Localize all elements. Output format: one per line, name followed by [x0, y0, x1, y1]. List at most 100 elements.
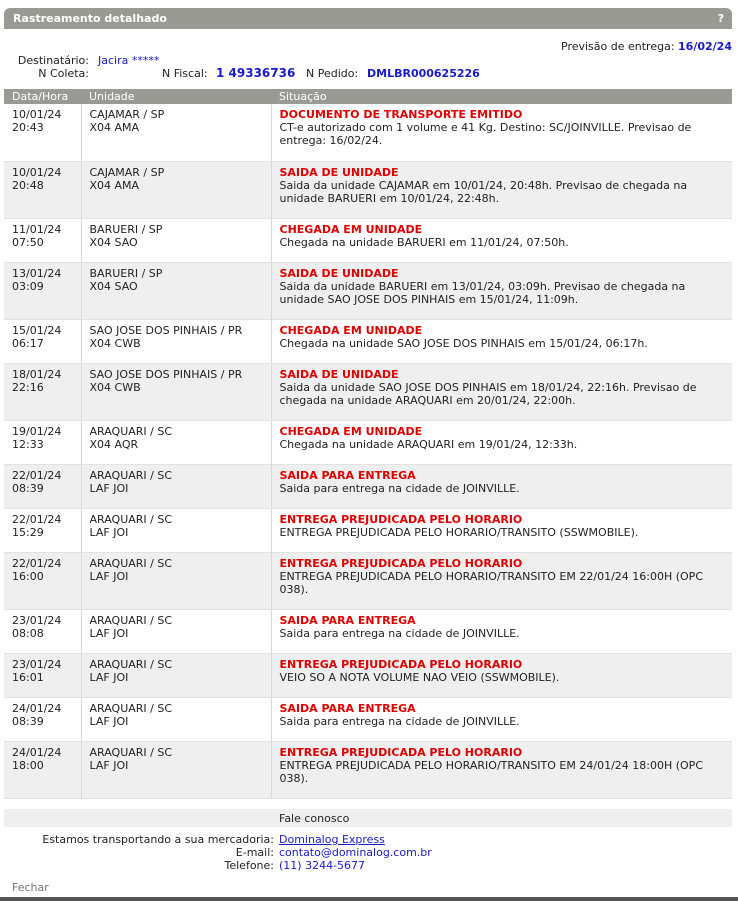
row-status: ENTREGA PREJUDICADA PELO HORARIO	[279, 512, 523, 526]
row-description: Saida da unidade CAJAMAR em 10/01/24, 20…	[279, 178, 688, 205]
row-time: 12:33	[12, 437, 44, 451]
forecast-value: 16/02/24	[678, 40, 732, 53]
row-situation: DOCUMENTO DE TRANSPORTE EMITIDO CT-e auto…	[271, 104, 732, 162]
row-status: SAIDA PARA ENTREGA	[279, 701, 416, 715]
row-time: 08:08	[12, 626, 44, 640]
row-unit: ARAQUARI / SC LAF JOI	[81, 464, 272, 509]
contact-row-phone: Telefone: (11) 3244-5677	[4, 859, 732, 872]
row-situation: SAIDA DE UNIDADE Saida da unidade SAO JOS…	[271, 363, 732, 421]
table-row: 23/01/24 08:08 ARAQUARI / SC LAF JOI SAIDA P…	[4, 609, 732, 654]
row-datetime: 22/01/24 15:29	[4, 508, 82, 553]
close-link[interactable]: Fechar	[12, 881, 49, 894]
row-description: Saida para entrega na cidade de JOINVILL…	[279, 481, 520, 495]
row-unit: ARAQUARI / SC LAF JOI	[81, 741, 272, 799]
panel-header: Rastreamento detalhado ?	[4, 8, 732, 29]
help-button[interactable]: ?	[718, 12, 724, 25]
row-time: 08:39	[12, 714, 44, 728]
row-unit-code: X04 SAO	[89, 235, 138, 249]
tracking-table: Data/Hora Unidade Situação 10/01/24 20:43…	[4, 89, 732, 799]
transport-link[interactable]: Dominalog Express	[279, 833, 385, 846]
fiscal-value: 1 49336736	[216, 66, 296, 80]
row-datetime: 23/01/24 08:08	[4, 609, 82, 654]
row-date: 10/01/24	[12, 165, 62, 179]
row-unit-code: X04 AMA	[89, 178, 140, 192]
row-situation: CHEGADA EM UNIDADE Chegada na unidade SAO…	[271, 319, 732, 364]
row-unit-code: LAF JOI	[89, 525, 129, 539]
row-datetime: 10/01/24 20:43	[4, 104, 82, 162]
row-status: ENTREGA PREJUDICADA PELO HORARIO	[279, 745, 523, 759]
fiscal-label: N Fiscal:	[162, 67, 208, 80]
row-datetime: 10/01/24 20:48	[4, 161, 82, 219]
row-time: 07:50	[12, 235, 44, 249]
row-unit-code: LAF JOI	[89, 481, 129, 495]
row-status: CHEGADA EM UNIDADE	[279, 323, 423, 337]
row-date: 24/01/24	[12, 745, 62, 759]
row-unit-name: CAJAMAR / SP	[89, 108, 165, 121]
transport-label: Estamos transportando a sua mercadoria:	[42, 833, 274, 846]
col-datetime: Data/Hora	[4, 89, 81, 104]
row-time: 16:01	[12, 670, 44, 684]
row-unit-name: SAO JOSE DOS PINHAIS / PR	[89, 323, 243, 337]
row-unit-name: ARAQUARI / SC	[89, 512, 173, 526]
table-row: 23/01/24 16:01 ARAQUARI / SC LAF JOI ENTREGA…	[4, 653, 732, 698]
row-date: 22/01/24	[12, 556, 62, 570]
coleta-label: N Coleta:	[38, 67, 89, 80]
row-unit: BARUERI / SP X04 SAO	[81, 262, 272, 320]
email-link[interactable]: contato@dominalog.com.br	[279, 846, 432, 859]
recipient-value: Jacira *****	[98, 54, 160, 67]
row-description: Saida para entrega na cidade de JOINVILL…	[279, 626, 520, 640]
contact-title: Fale conosco	[279, 812, 350, 825]
phone-link[interactable]: (11) 3244-5677	[279, 859, 365, 872]
row-datetime: 19/01/24 12:33	[4, 420, 82, 465]
row-time: 20:48	[12, 178, 44, 192]
row-time: 16:00	[12, 569, 44, 583]
row-description: Saida da unidade SAO JOSE DOS PINHAIS em…	[279, 380, 697, 407]
row-date: 22/01/24	[12, 512, 62, 526]
row-unit-name: ARAQUARI / SC	[89, 556, 173, 570]
delivery-forecast: Previsão de entrega: 16/02/24	[561, 40, 732, 53]
row-date: 22/01/24	[12, 468, 62, 482]
row-datetime: 22/01/24 08:39	[4, 464, 82, 509]
row-date: 13/01/24	[12, 266, 62, 280]
row-datetime: 11/01/24 07:50	[4, 218, 82, 263]
row-unit-code: LAF JOI	[89, 758, 129, 772]
row-description: VEIO SO A NOTA VOLUME NAO VEIO (SSWMOBIL…	[279, 670, 560, 684]
table-row: 10/01/24 20:43 CAJAMAR / SP X04 AMA DOCUMENT…	[4, 104, 732, 162]
row-date: 23/01/24	[12, 613, 62, 627]
row-time: 22:16	[12, 380, 44, 394]
row-description: Chegada na unidade ARAQUARI em 19/01/24,…	[279, 437, 578, 451]
row-situation: SAIDA DE UNIDADE Saida da unidade BARUERI…	[271, 262, 732, 320]
row-date: 15/01/24	[12, 323, 62, 337]
row-description: Saida para entrega na cidade de JOINVILL…	[279, 714, 520, 728]
row-date: 19/01/24	[12, 424, 62, 438]
row-unit-code: LAF JOI	[89, 714, 129, 728]
row-unit-name: ARAQUARI / SC	[89, 468, 173, 482]
row-unit: ARAQUARI / SC LAF JOI	[81, 609, 272, 654]
row-status: SAIDA DE UNIDADE	[279, 367, 399, 381]
bottom-border	[0, 897, 738, 901]
row-datetime: 23/01/24 16:01	[4, 653, 82, 698]
row-description: Saida da unidade BARUERI em 13/01/24, 03…	[279, 279, 686, 306]
row-unit-name: BARUERI / SP	[89, 222, 163, 236]
row-unit-name: CAJAMAR / SP	[89, 165, 165, 179]
table-row: 22/01/24 15:29 ARAQUARI / SC LAF JOI ENTREGA…	[4, 508, 732, 553]
row-situation: ENTREGA PREJUDICADA PELO HORARIO ENTREGA …	[271, 508, 732, 553]
table-row: 10/01/24 20:48 CAJAMAR / SP X04 AMA SAIDA DE…	[4, 161, 732, 219]
col-status: Situação	[271, 89, 732, 104]
row-unit-name: BARUERI / SP	[89, 266, 163, 280]
row-description: ENTREGA PREJUDICADA PELO HORARIO/TRANSIT…	[279, 758, 704, 785]
row-description: Chegada na unidade BARUERI em 11/01/24, …	[279, 235, 569, 249]
pedido-label: N Pedido:	[306, 67, 359, 80]
row-time: 06:17	[12, 336, 44, 350]
row-situation: ENTREGA PREJUDICADA PELO HORARIO ENTREGA …	[271, 552, 732, 610]
row-unit-code: X04 AQR	[89, 437, 139, 451]
row-status: DOCUMENTO DE TRANSPORTE EMITIDO	[279, 108, 523, 121]
row-datetime: 24/01/24 18:00	[4, 741, 82, 799]
row-status: ENTREGA PREJUDICADA PELO HORARIO	[279, 556, 523, 570]
row-unit-code: LAF JOI	[89, 670, 129, 684]
row-description: ENTREGA PREJUDICADA PELO HORARIO/TRANSIT…	[279, 525, 639, 539]
contact-bar: Fale conosco	[4, 809, 732, 827]
row-description: Chegada na unidade SAO JOSE DOS PINHAIS …	[279, 336, 648, 350]
table-row: 19/01/24 12:33 ARAQUARI / SC X04 AQR CHEGADA…	[4, 420, 732, 465]
row-unit-code: X04 CWB	[89, 336, 141, 350]
